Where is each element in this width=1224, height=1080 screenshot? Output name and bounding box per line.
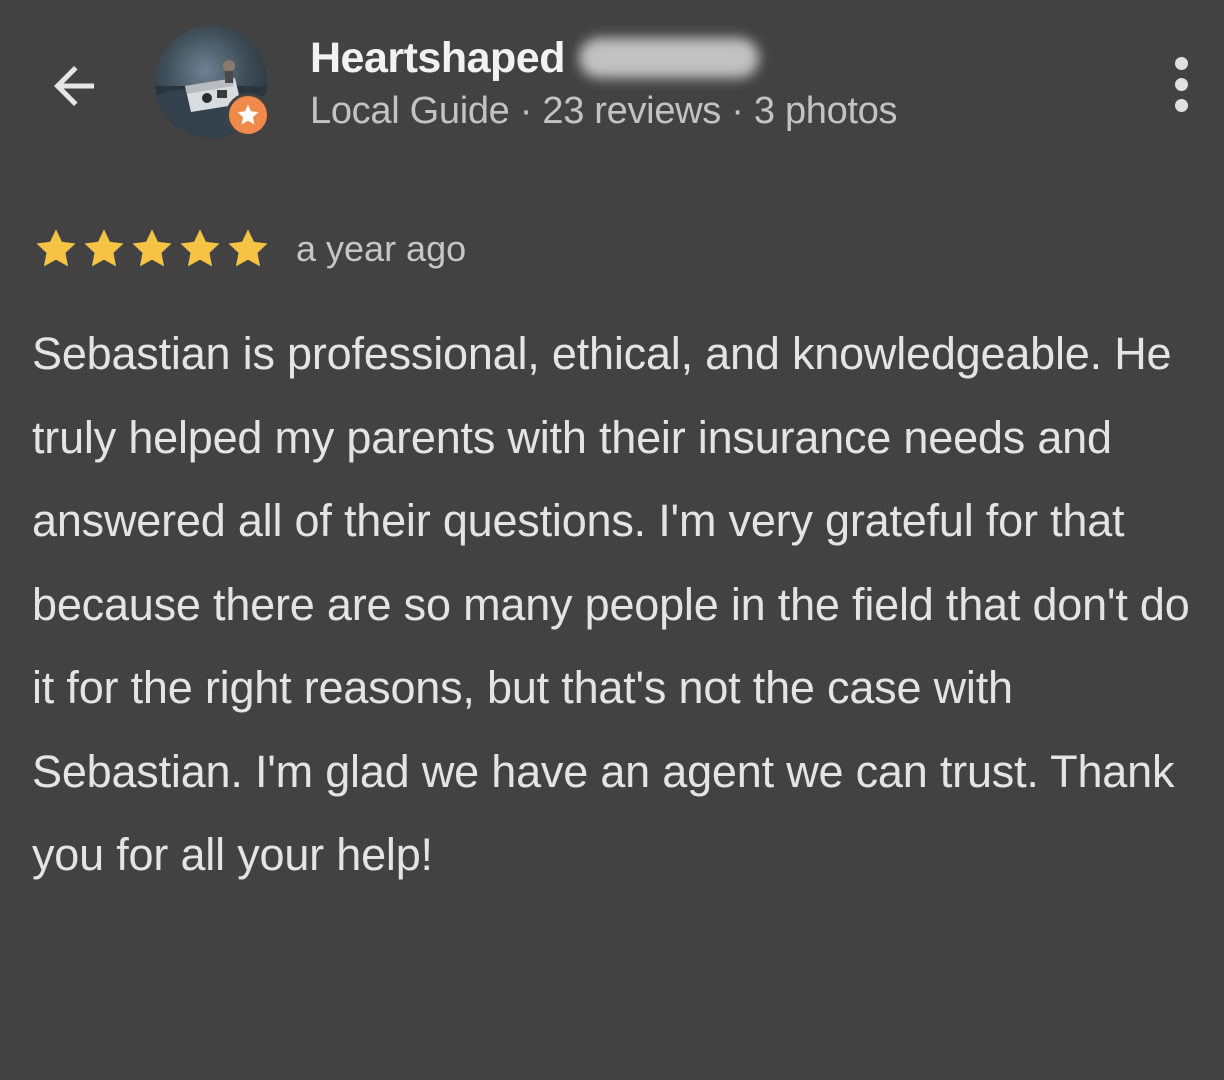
more-vert-icon-dot (1174, 98, 1188, 112)
reviewer-name-row: Heartshaped (310, 30, 759, 86)
star-icon (237, 104, 259, 125)
review-header: Heartshaped Local Guide · 23 reviews · 3… (0, 0, 1224, 170)
reviewer-avatar[interactable] (155, 26, 270, 141)
star-icon (84, 229, 124, 267)
review-text: Sebastian is professional, ethical, and … (32, 328, 1190, 880)
rating-row: a year ago (32, 222, 466, 276)
reviewer-meta: Local Guide · 23 reviews · 3 photos (310, 90, 898, 132)
star-rating (32, 225, 272, 273)
more-options-button[interactable] (1156, 48, 1206, 120)
redacted-surname (578, 38, 759, 78)
star-icon (180, 229, 220, 267)
review-time: a year ago (296, 228, 467, 269)
reviewer-name[interactable]: Heartshaped (310, 34, 565, 83)
star-icon (132, 229, 172, 267)
arrow-left-icon (54, 66, 94, 106)
star-icon (228, 229, 268, 267)
more-vert-icon-dot (1174, 77, 1188, 91)
back-button[interactable] (38, 50, 110, 122)
local-guide-badge (226, 93, 270, 137)
star-icon (36, 229, 76, 267)
more-vert-icon (1174, 56, 1188, 70)
